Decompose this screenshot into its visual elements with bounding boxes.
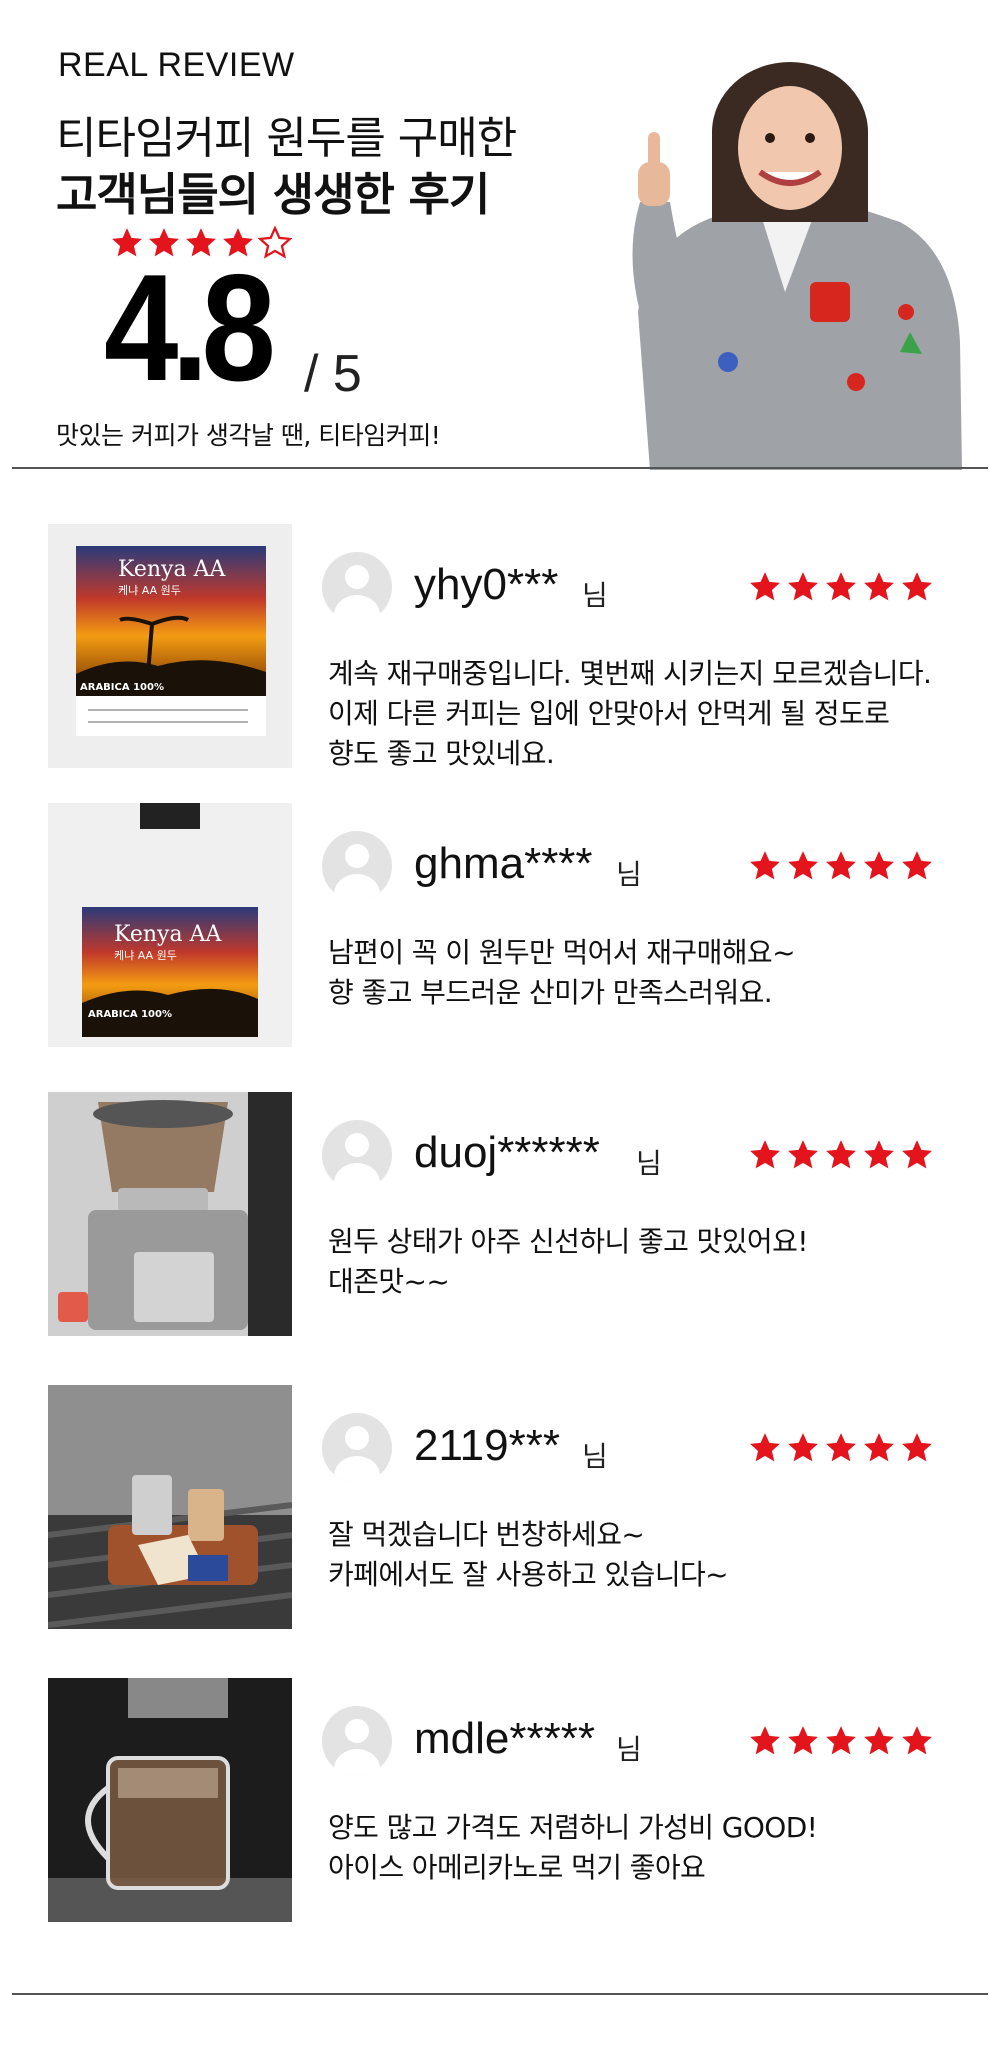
review-header: REAL REVIEW 티타임커피 원두를 구매한 고객님들의 생생한 후기 4… — [0, 0, 1000, 470]
reviewer-name: yhy0*** — [414, 560, 559, 609]
review-line: 카페에서도 잘 사용하고 있습니다~ — [328, 1558, 729, 1591]
honorific: 님 — [582, 579, 608, 612]
star-icon — [826, 851, 856, 880]
star-icon — [788, 1433, 818, 1462]
bag-tag: ARABICA 100% — [88, 1009, 172, 1020]
star-icon — [750, 1140, 780, 1169]
star-icon — [750, 851, 780, 880]
honorific: 님 — [616, 1733, 642, 1766]
reviewer-name: mdle***** — [414, 1714, 595, 1763]
bag-label: Kenya AA — [114, 922, 222, 947]
star-icon — [864, 1726, 894, 1755]
star-icon — [902, 851, 932, 880]
star-icon — [902, 1140, 932, 1169]
review-line: 아이스 아메리카노로 먹기 좋아요 — [328, 1851, 706, 1884]
headline-line2: 고객님들의 생생한 후기 — [56, 168, 490, 221]
bag-label: Kenya AA — [118, 557, 226, 582]
avatar — [322, 1413, 392, 1483]
review-card: Kenya AA 케냐 AA 원두 ARABICA 100% yhy0*** 님… — [0, 524, 1000, 770]
star-icon — [750, 1433, 780, 1462]
review-line: 양도 많고 가격도 저렴하니 가성비 GOOD! — [328, 1811, 818, 1844]
bag-sublabel: 케냐 AA 원두 — [118, 584, 181, 597]
bottom-divider — [12, 1993, 988, 1995]
review-line: 향도 좋고 맛있네요. — [328, 737, 555, 770]
honorific: 님 — [616, 858, 642, 891]
star-icon — [864, 572, 894, 601]
reviewer-name: 2119*** — [414, 1421, 560, 1470]
honorific: 님 — [582, 1440, 608, 1473]
review-line: 대존맛~~ — [328, 1265, 450, 1298]
review-text: 원두 상태가 아주 신선하니 좋고 맛있어요! 대존맛~~ — [328, 1222, 808, 1302]
avatar — [322, 831, 392, 901]
headline-line1: 티타임커피 원두를 구매한 — [56, 113, 517, 164]
star-icon — [902, 572, 932, 601]
rating-max: / 5 — [304, 345, 362, 403]
star-icon — [826, 1433, 856, 1462]
review-line: 잘 먹겠습니다 번창하세요~ — [328, 1518, 645, 1551]
reviewer-name: duoj****** — [414, 1128, 600, 1177]
avatar — [322, 1706, 392, 1776]
review-photo-espresso-machine[interactable] — [48, 1678, 292, 1922]
review-card: duoj****** 님 원두 상태가 아주 신선하니 좋고 맛있어요! 대존맛… — [0, 1092, 1000, 1337]
spokesperson-photo — [632, 62, 962, 470]
star-icon — [864, 1140, 894, 1169]
star-icon — [902, 1726, 932, 1755]
review-stars — [750, 851, 932, 880]
review-photo-kenya-bag[interactable]: Kenya AA 케냐 AA 원두 ARABICA 100% — [48, 803, 292, 1047]
review-photo-grinder[interactable] — [48, 1092, 292, 1336]
review-card: Kenya AA 케냐 AA 원두 ARABICA 100% ghma**** … — [0, 803, 1000, 1048]
star-icon — [788, 851, 818, 880]
star-icon — [864, 851, 894, 880]
review-stars — [750, 1726, 932, 1755]
star-icon — [750, 1726, 780, 1755]
star-icon — [788, 1140, 818, 1169]
star-icon — [826, 572, 856, 601]
eyebrow-label: REAL REVIEW — [58, 46, 295, 84]
star-icon — [788, 572, 818, 601]
star-icon — [902, 1433, 932, 1462]
review-text: 남편이 꼭 이 원두만 먹어서 재구매해요~ 향 좋고 부드러운 산미가 만족스… — [328, 933, 796, 1013]
avatar — [322, 552, 392, 622]
review-line: 계속 재구매중입니다. 몇번째 시키는지 모르겠습니다. — [328, 657, 932, 690]
review-line: 남편이 꼭 이 원두만 먹어서 재구매해요~ — [328, 936, 796, 969]
review-stars — [750, 1433, 932, 1462]
star-icon — [788, 1726, 818, 1755]
review-text: 잘 먹겠습니다 번창하세요~ 카페에서도 잘 사용하고 있습니다~ — [328, 1515, 729, 1595]
rating-score: 4.8 — [104, 243, 276, 413]
avatar — [322, 1120, 392, 1190]
reviewer-name: ghma**** — [414, 839, 593, 888]
review-card: 2119*** 님 잘 먹겠습니다 번창하세요~ 카페에서도 잘 사용하고 있습… — [0, 1385, 1000, 1630]
top-divider — [12, 467, 988, 469]
review-photo-kenya-bag[interactable]: Kenya AA 케냐 AA 원두 ARABICA 100% — [48, 524, 292, 768]
review-photo-cups[interactable] — [48, 1385, 292, 1629]
review-text: 계속 재구매중입니다. 몇번째 시키는지 모르겠습니다. 이제 다른 커피는 입… — [328, 654, 932, 774]
review-line: 원두 상태가 아주 신선하니 좋고 맛있어요! — [328, 1225, 808, 1258]
review-card: mdle***** 님 양도 많고 가격도 저렴하니 가성비 GOOD! 아이스… — [0, 1678, 1000, 1923]
review-text: 양도 많고 가격도 저렴하니 가성비 GOOD! 아이스 아메리카노로 먹기 좋… — [328, 1808, 818, 1888]
review-stars — [750, 1140, 932, 1169]
bag-sublabel: 케냐 AA 원두 — [114, 949, 177, 962]
star-icon — [826, 1726, 856, 1755]
star-icon — [864, 1433, 894, 1462]
honorific: 님 — [636, 1147, 662, 1180]
bag-tag: ARABICA 100% — [80, 682, 164, 693]
star-icon — [826, 1140, 856, 1169]
star-icon — [750, 572, 780, 601]
review-stars — [750, 572, 932, 601]
review-line: 향 좋고 부드러운 산미가 만족스러워요. — [328, 976, 773, 1009]
tagline: 맛있는 커피가 생각날 땐, 티타임커피! — [56, 421, 441, 450]
review-line: 이제 다른 커피는 입에 안맞아서 안먹게 될 정도로 — [328, 697, 890, 730]
